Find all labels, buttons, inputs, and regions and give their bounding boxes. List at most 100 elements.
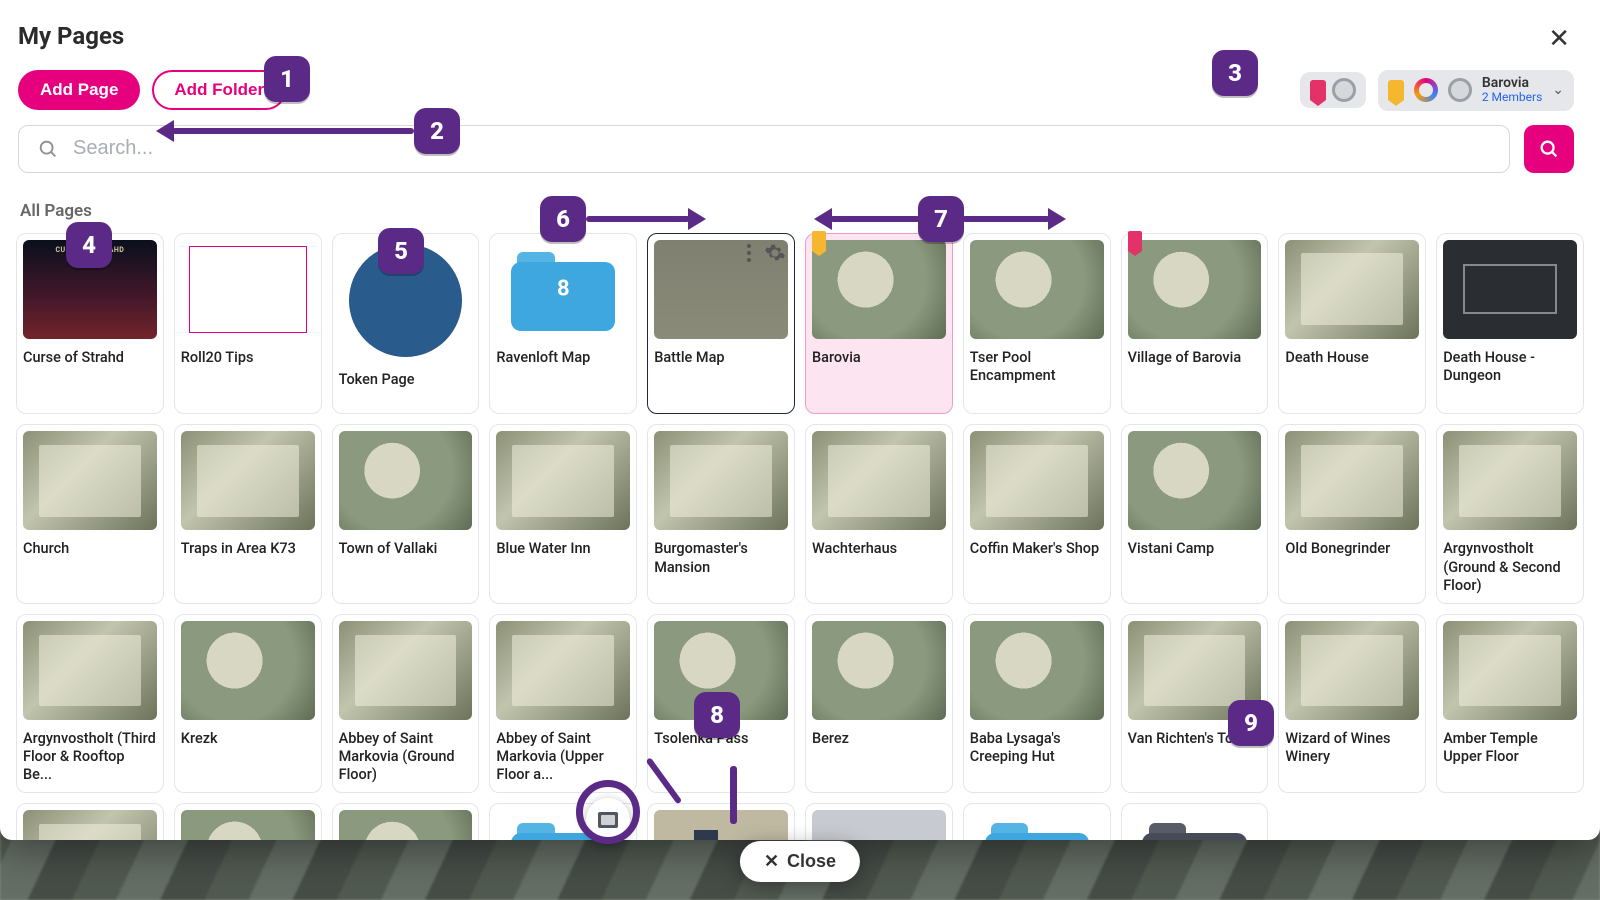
pages-grid: Curse of Strahd Roll20 Tips Token Page 8 R… [16,233,1584,840]
page-card[interactable]: Amber Temple Upper Floor [1436,614,1584,793]
folder-icon [1128,810,1262,840]
page-thumbnail [812,240,946,339]
page-thumbnail [23,240,157,339]
gear-icon[interactable] [764,242,786,264]
search-input[interactable] [73,137,1491,160]
page-card[interactable]: Werewolf Den [332,803,480,840]
card-label: Death House - Dungeon [1443,349,1577,385]
page-thumbnail [654,810,788,840]
page-card[interactable]: Death House [1278,233,1426,415]
card-label: Town of Vallaki [339,540,473,574]
page-card[interactable]: Village of Barovia [1121,233,1269,415]
folder-icon: 0 [970,810,1104,840]
avatar-ring-icon [1448,78,1472,102]
page-card[interactable]: Old Bonegrinder [1278,424,1426,603]
page-card[interactable]: Wachterhaus [805,424,953,603]
card-label: Amber Temple Upper Floor [1443,730,1577,766]
page-thumbnail [23,431,157,530]
page-card[interactable]: Berez [805,614,953,793]
page-thumbnail [496,621,630,720]
search-button[interactable] [1524,125,1574,173]
page-card[interactable]: Krezk [174,614,322,793]
folder-card[interactable]: Archived [1121,803,1269,840]
search-box[interactable] [18,125,1510,173]
page-card[interactable]: Amber Temple Lowe [16,803,164,840]
page-card[interactable]: Van Richten's Tower [1121,614,1269,793]
card-label: Roll20 Tips [181,349,315,383]
page-card[interactable]: Town of Vallaki [332,424,480,603]
page-thumbnail [349,244,463,358]
party-chip[interactable]: Barovia 2 Members ⌄ [1378,70,1574,111]
card-label: Burgomaster's Mansion [654,540,788,576]
card-label: Curse of Strahd [23,349,157,383]
page-card[interactable]: New Page 1 [805,803,953,840]
page-thumbnail [339,431,473,530]
page-thumbnail [496,431,630,530]
card-label: Battle Map [654,349,788,383]
card-label: Tser Pool Encampment [970,349,1104,385]
add-folder-button[interactable]: Add Folder [152,70,286,110]
close-label: Close [787,851,836,872]
page-card[interactable]: Barovia [805,233,953,415]
page-card[interactable]: Token Page [332,233,480,415]
card-label: Wachterhaus [812,540,946,574]
card-label: Abbey of Saint Markovia (Ground Floor) [339,730,473,784]
page-card[interactable]: Blue Water Inn [489,424,637,603]
search-icon [1538,138,1560,160]
card-label: Death House [1285,349,1419,383]
page-card[interactable]: Yester Hill [174,803,322,840]
page-card[interactable]: Wizard of Wines Winery [1278,614,1426,793]
page-card[interactable]: ...oka Reading Boa [647,803,795,840]
page-card[interactable]: Coffin Maker's Shop [963,424,1111,603]
party-name: Barovia [1482,76,1542,91]
page-card[interactable]: Tser Pool Encampment [963,233,1111,415]
page-card[interactable]: Abbey of Saint Markovia (Upper Floor a..… [489,614,637,793]
card-label: Krezk [181,730,315,764]
card-label: Village of Barovia [1128,349,1262,383]
page-card[interactable]: Battle Map [647,233,795,415]
page-card[interactable]: Tsolenka Pass [647,614,795,793]
page-thumbnail [1128,431,1262,530]
card-label: Barovia [812,349,946,383]
page-thumbnail [1443,431,1577,530]
page-card[interactable]: Death House - Dungeon [1436,233,1584,415]
page-thumbnail [339,810,473,840]
card-label: Old Bonegrinder [1285,540,1419,574]
card-label: Tsolenka Pass [654,730,788,764]
my-pages-panel: My Pages ✕ Add Page Add Folder Barovia [0,0,1600,840]
page-thumbnail [970,240,1104,339]
page-thumbnail [1285,621,1419,720]
drag-handle-icon[interactable] [740,242,758,264]
page-card[interactable]: Curse of Strahd [16,233,164,415]
folder-card[interactable]: 8 Ravenloft Map [489,233,637,415]
page-card[interactable]: Baba Lysaga's Creeping Hut [963,614,1111,793]
pages-grid-scroll[interactable]: Curse of Strahd Roll20 Tips Token Page 8 R… [0,227,1600,840]
minimap-icon[interactable] [586,798,630,842]
close-icon[interactable]: ✕ [1544,22,1574,56]
add-page-button[interactable]: Add Page [18,70,140,110]
page-card[interactable]: Vistani Camp [1121,424,1269,603]
close-button[interactable]: ✕ Close [740,841,860,882]
page-thumbnail [23,810,157,840]
bookmark-icon [1128,231,1142,251]
card-label: Token Page [339,371,473,405]
card-label: Vistani Camp [1128,540,1262,574]
page-card[interactable]: Burgomaster's Mansion [647,424,795,603]
page-thumbnail [970,431,1104,530]
page-card[interactable]: Argynvostholt (Ground & Second Floor) [1436,424,1584,603]
page-thumbnail [654,621,788,720]
page-card[interactable]: Traps in Area K73 [174,424,322,603]
avatar-ring-icon [1332,78,1356,102]
card-label: Van Richten's Tower [1128,730,1262,764]
page-thumbnail [970,621,1104,720]
page-card[interactable]: Church [16,424,164,603]
card-label: Wizard of Wines Winery [1285,730,1419,766]
page-thumbnail [1443,621,1577,720]
page-card[interactable]: Roll20 Tips [174,233,322,415]
bookmark-icon [1310,80,1326,100]
folder-card[interactable]: 0 New Folder 1 [963,803,1111,840]
page-card[interactable]: Abbey of Saint Markovia (Ground Floor) [332,614,480,793]
page-card[interactable]: Argynvostholt (Third Floor & Rooftop Be.… [16,614,164,793]
page-thumbnail [1443,240,1577,339]
bookmark-chip[interactable] [1300,72,1366,108]
